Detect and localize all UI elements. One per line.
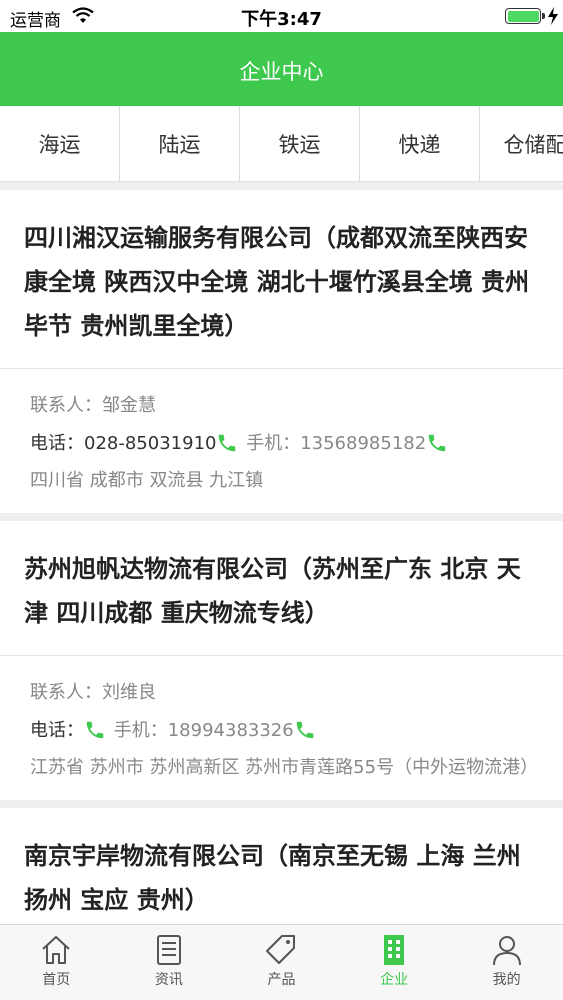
page-title: 企业中心 — [239, 60, 324, 84]
tab-rail[interactable]: 铁运 — [240, 106, 360, 181]
contact-row: 联系人：刘维良 — [30, 674, 533, 712]
contact-row: 联系人：邹金慧 — [30, 387, 533, 425]
contact-label: 联系人： — [30, 682, 102, 703]
company-card[interactable]: 四川湘汉运输服务有限公司（成都双流至陕西安康全境 陕西汉中全境 湖北十堰竹溪县全… — [0, 190, 563, 513]
company-info: 联系人：邹金慧 电话：028-85031910 手机：13568985182 四… — [0, 369, 563, 513]
home-icon — [42, 936, 70, 964]
building-icon — [384, 935, 405, 965]
status-time: 下午3:47 — [241, 9, 322, 30]
tabbar-item-mine[interactable]: 我的 — [450, 925, 563, 1000]
tabbar-label: 资讯 — [154, 972, 183, 988]
battery-icon — [505, 8, 541, 24]
phone-number: 028-85031910 — [84, 433, 217, 454]
charging-icon — [548, 7, 558, 25]
address: 四川省 成都市 双流县 九江镇 — [30, 470, 264, 491]
phone-label: 电话： — [30, 720, 84, 741]
tag-icon — [266, 935, 296, 964]
news-icon — [156, 935, 181, 965]
tabbar-item-products[interactable]: 产品 — [225, 925, 338, 1000]
company-name[interactable]: 南京宇岸物流有限公司（南京至无锡 上海 兰州 扬州 宝应 贵州） — [0, 808, 563, 924]
mobile-number: 18994383326 — [167, 720, 294, 741]
phone-row: 电话： 手机：18994383326 — [30, 712, 533, 750]
tabbar-label: 我的 — [492, 972, 521, 988]
status-bar: 运营商 下午3:47 — [0, 0, 563, 32]
phone-label: 电话： — [30, 433, 84, 454]
tabbar-item-news[interactable]: 资讯 — [113, 925, 226, 1000]
phone-call-icon[interactable] — [84, 719, 106, 741]
contact-label: 联系人： — [30, 395, 102, 416]
tabbar-label: 首页 — [42, 972, 71, 988]
company-card[interactable]: 南京宇岸物流有限公司（南京至无锡 上海 兰州 扬州 宝应 贵州） — [0, 808, 563, 924]
tabbar-item-enterprise[interactable]: 企业 — [338, 925, 451, 1000]
nav-bar: 企业中心 — [0, 32, 563, 106]
contact-name: 刘维良 — [102, 682, 156, 703]
company-list[interactable]: 四川湘汉运输服务有限公司（成都双流至陕西安康全境 陕西汉中全境 湖北十堰竹溪县全… — [0, 182, 563, 924]
phone-call-icon[interactable] — [216, 432, 238, 454]
mobile-label: 手机： — [246, 433, 301, 454]
company-name[interactable]: 四川湘汉运输服务有限公司（成都双流至陕西安康全境 陕西汉中全境 湖北十堰竹溪县全… — [0, 190, 563, 369]
tab-land[interactable]: 陆运 — [120, 106, 240, 181]
tab-warehouse[interactable]: 仓储配 — [480, 106, 563, 181]
contact-name: 邹金慧 — [102, 395, 156, 416]
bottom-tab-bar: 首页 资讯 产品 企业 我的 — [0, 924, 563, 1000]
company-name[interactable]: 苏州旭帆达物流有限公司（苏州至广东 北京 天津 四川成都 重庆物流专线） — [0, 521, 563, 656]
person-icon — [492, 936, 521, 966]
phone-row: 电话：028-85031910 手机：13568985182 — [30, 425, 533, 463]
tab-shipping[interactable]: 海运 — [0, 106, 120, 181]
company-card[interactable]: 苏州旭帆达物流有限公司（苏州至广东 北京 天津 四川成都 重庆物流专线） 联系人… — [0, 521, 563, 800]
mobile-call-icon[interactable] — [294, 719, 316, 741]
mobile-call-icon[interactable] — [426, 432, 448, 454]
tabbar-label: 企业 — [380, 972, 409, 988]
mobile-number: 13568985182 — [300, 433, 427, 454]
address: 江苏省 苏州市 苏州高新区 苏州市青莲路55号（中外运物流港） — [30, 757, 539, 778]
tabbar-label: 产品 — [267, 972, 296, 988]
tab-express[interactable]: 快递 — [360, 106, 480, 181]
mobile-label: 手机： — [113, 720, 168, 741]
category-tabs: 海运 陆运 铁运 快递 仓储配 — [0, 106, 563, 182]
company-info: 联系人：刘维良 电话： 手机：18994383326 江苏省 苏州市 苏州高新区… — [0, 656, 563, 800]
tabbar-item-home[interactable]: 首页 — [0, 925, 113, 1000]
